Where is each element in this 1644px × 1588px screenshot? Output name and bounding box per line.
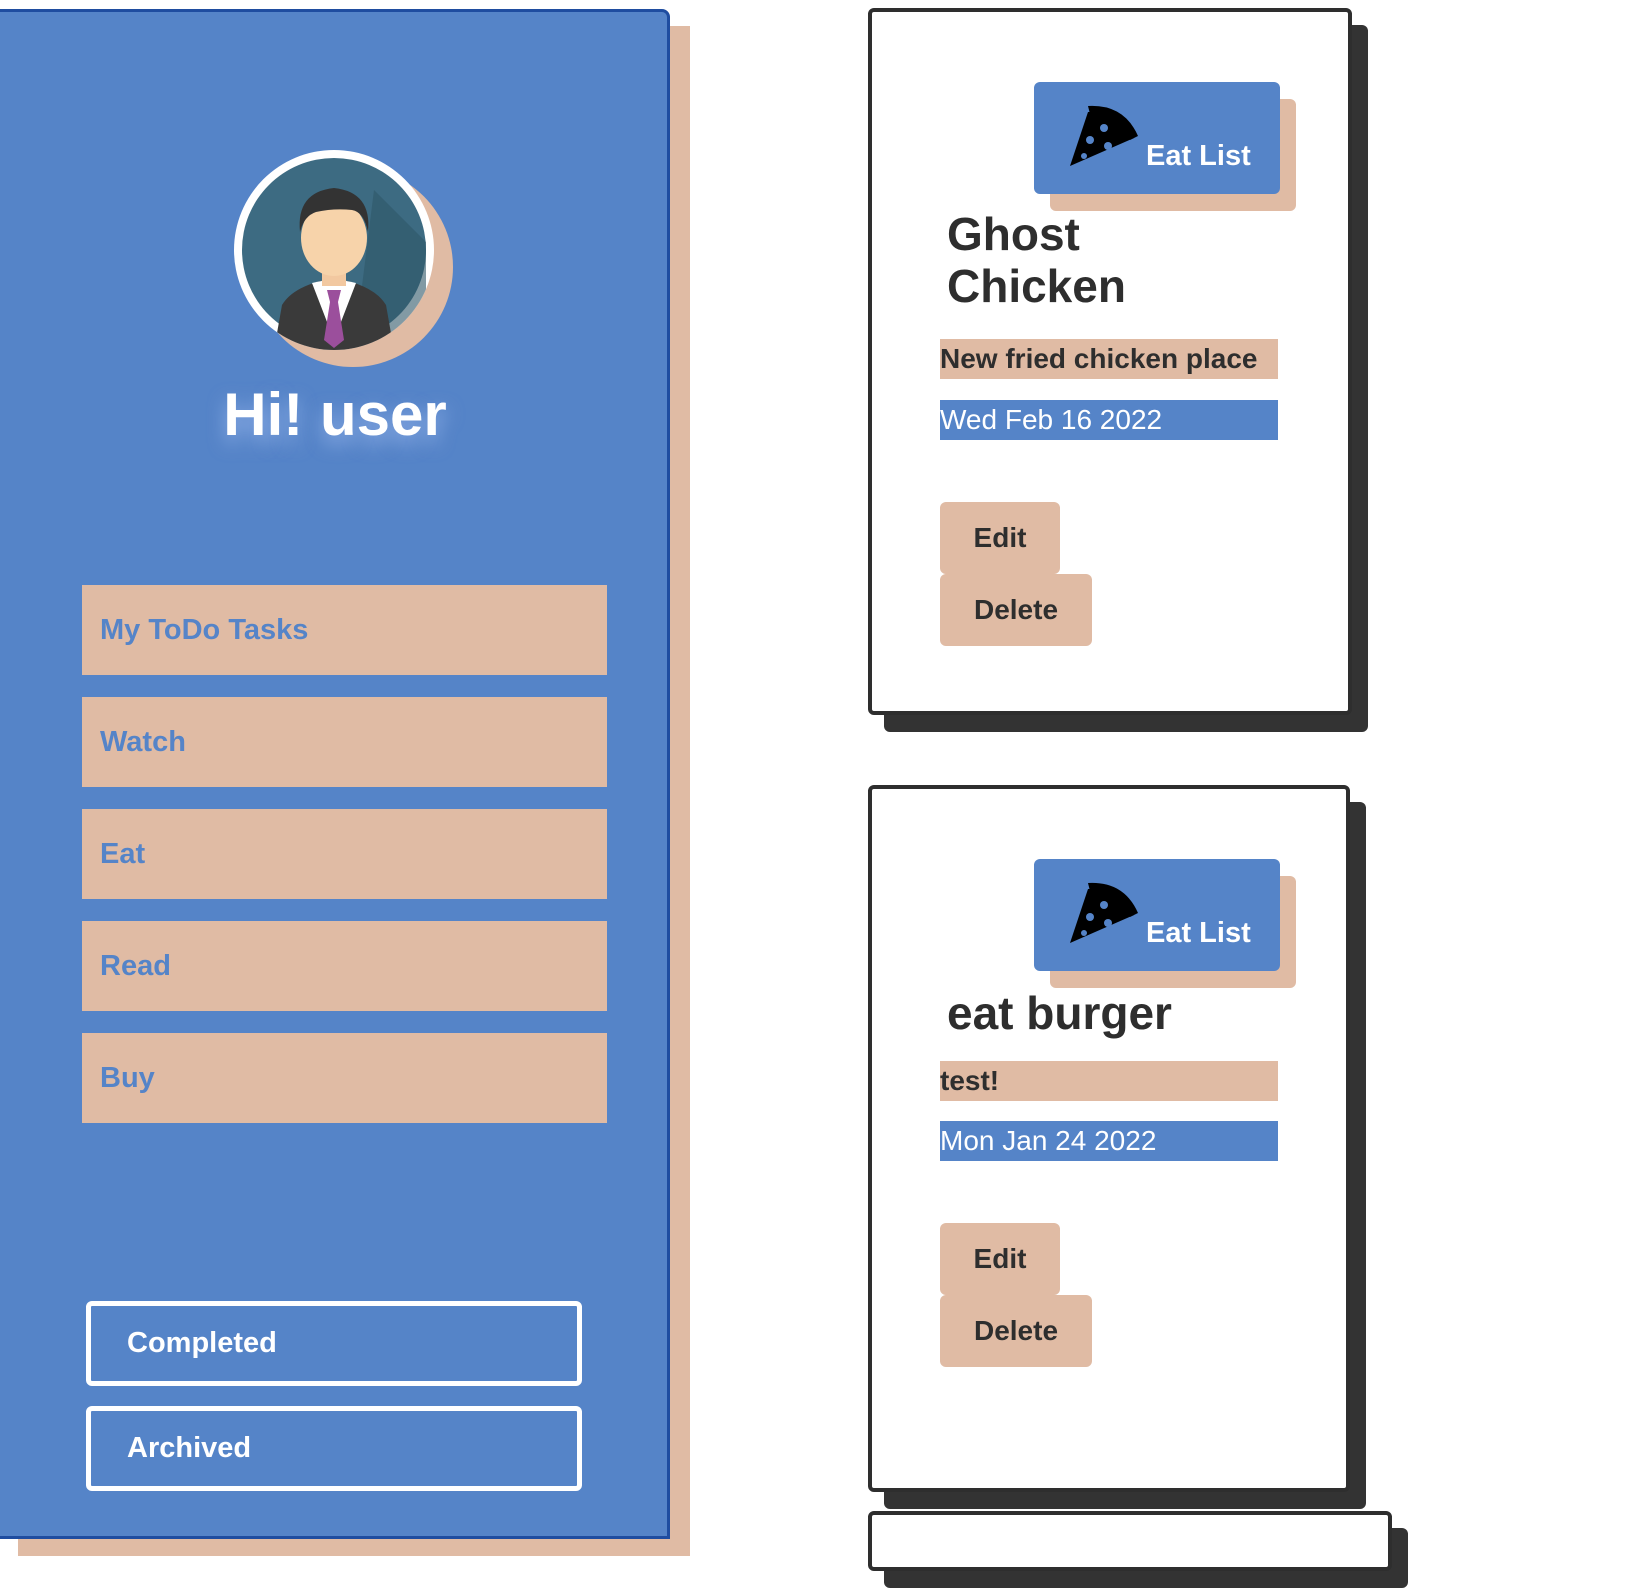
category-label: Eat List [1146,140,1251,172]
task-card [868,1511,1392,1571]
category-badge[interactable]: Eat List [1034,82,1280,194]
category-label: Eat List [1146,917,1251,949]
task-title: Ghost Chicken [947,208,1126,312]
category-badge[interactable]: Eat List [1034,859,1280,971]
task-date: Mon Jan 24 2022 [940,1121,1278,1161]
task-description: test! [940,1061,1278,1101]
completed-button[interactable]: Completed [86,1301,582,1386]
nav-item-read[interactable]: Read [82,921,607,1011]
task-card: Eat List Ghost Chicken New fried chicken… [868,8,1352,715]
delete-button[interactable]: Delete [940,1295,1092,1367]
nav-item-watch[interactable]: Watch [82,697,607,787]
edit-button[interactable]: Edit [940,1223,1060,1295]
sidebar: Hi! user My ToDo Tasks Watch Eat Read Bu… [0,9,670,1539]
edit-button[interactable]: Edit [940,502,1060,574]
pizza-icon [1070,882,1138,943]
task-date: Wed Feb 16 2022 [940,400,1278,440]
pizza-icon [1070,105,1138,166]
task-title: eat burger [947,987,1172,1039]
archived-button[interactable]: Archived [86,1406,582,1491]
category-nav: My ToDo Tasks Watch Eat Read Buy [82,585,607,1145]
delete-button[interactable]: Delete [940,574,1092,646]
nav-item-eat[interactable]: Eat [82,809,607,899]
greeting: Hi! user [223,381,447,448]
nav-item-todo-tasks[interactable]: My ToDo Tasks [82,585,607,675]
nav-item-buy[interactable]: Buy [82,1033,607,1123]
avatar [234,150,434,350]
task-card: Eat List eat burger test! Mon Jan 24 202… [868,785,1350,1492]
user-avatar-icon [242,158,426,350]
task-description: New fried chicken place [940,339,1278,379]
